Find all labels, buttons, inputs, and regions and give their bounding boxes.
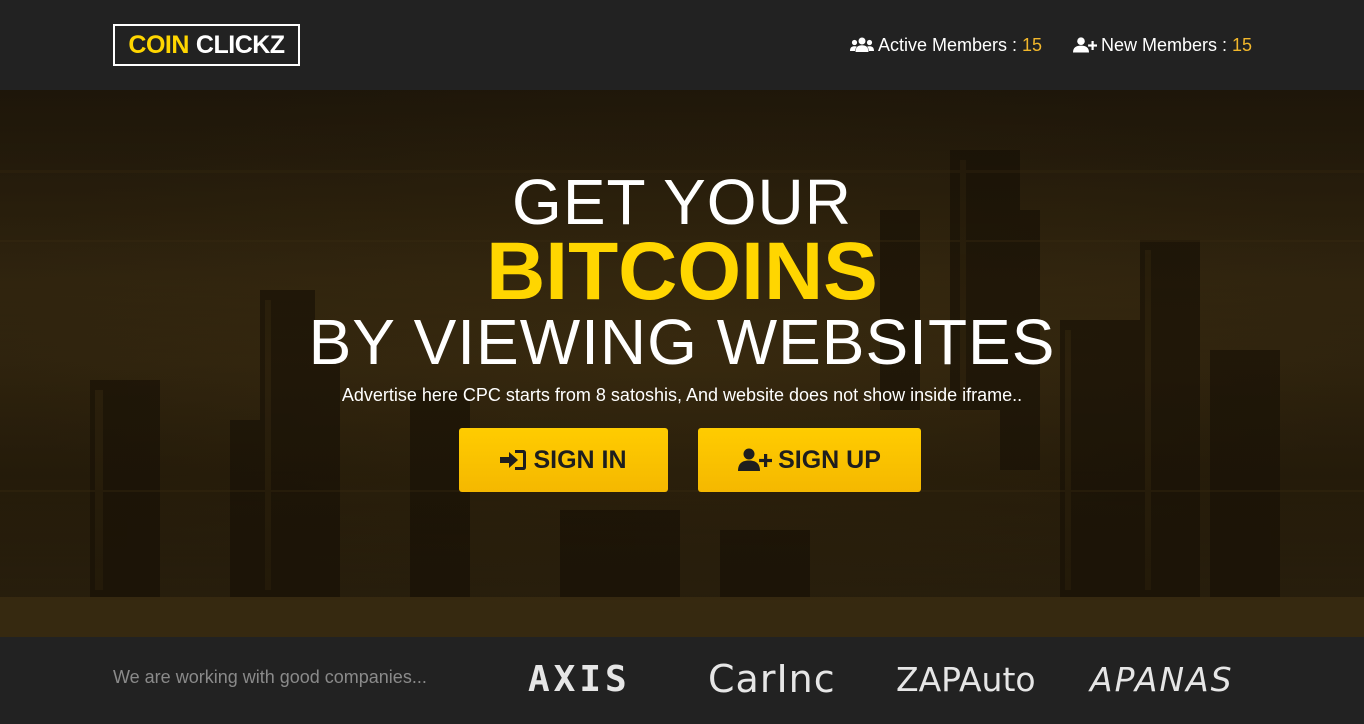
new-members-count: 15 — [1232, 34, 1253, 55]
users-icon — [850, 37, 874, 52]
partners-footer: We are working with good companies... AX… — [0, 637, 1364, 724]
new-members-label: New Members : — [1101, 34, 1228, 55]
site-header: COIN CLICKZ Active Members : 15 New Memb… — [0, 0, 1364, 90]
hero-bottom-strip — [0, 597, 1364, 637]
sign-in-button[interactable]: SIGN IN — [459, 428, 668, 492]
partner-logo-zapauto: ZAPAuto — [896, 659, 1036, 699]
user-plus-icon — [738, 448, 773, 471]
user-plus-icon — [1073, 37, 1097, 53]
partner-logo-apanas: APANAS — [1090, 659, 1234, 699]
sign-in-icon — [500, 450, 527, 470]
active-members-count: 15 — [1022, 34, 1043, 55]
logo-part-clickz: CLICKZ — [195, 30, 285, 59]
new-members-stat: New Members : 15 — [1073, 33, 1252, 57]
partners-intro-text: We are working with good companies... — [113, 667, 427, 687]
sign-up-button[interactable]: SIGN UP — [698, 428, 921, 492]
site-logo[interactable]: COIN CLICKZ — [113, 24, 300, 66]
sign-in-label: SIGN IN — [533, 445, 627, 474]
hero-subtitle: Advertise here CPC starts from 8 satoshi… — [341, 385, 1023, 405]
partner-logo-axis: AXIS — [528, 658, 631, 700]
partner-logo-carinc: CarInc — [708, 657, 836, 701]
active-members-stat: Active Members : 15 — [850, 33, 1042, 57]
hero-heading-line3: BY VIEWING WEBSITES — [308, 306, 1056, 378]
sign-up-label: SIGN UP — [778, 445, 881, 474]
logo-part-coin: COIN — [128, 30, 189, 59]
hero-heading-bitcoins: BITCOINS — [486, 226, 878, 317]
active-members-label: Active Members : — [878, 34, 1018, 55]
